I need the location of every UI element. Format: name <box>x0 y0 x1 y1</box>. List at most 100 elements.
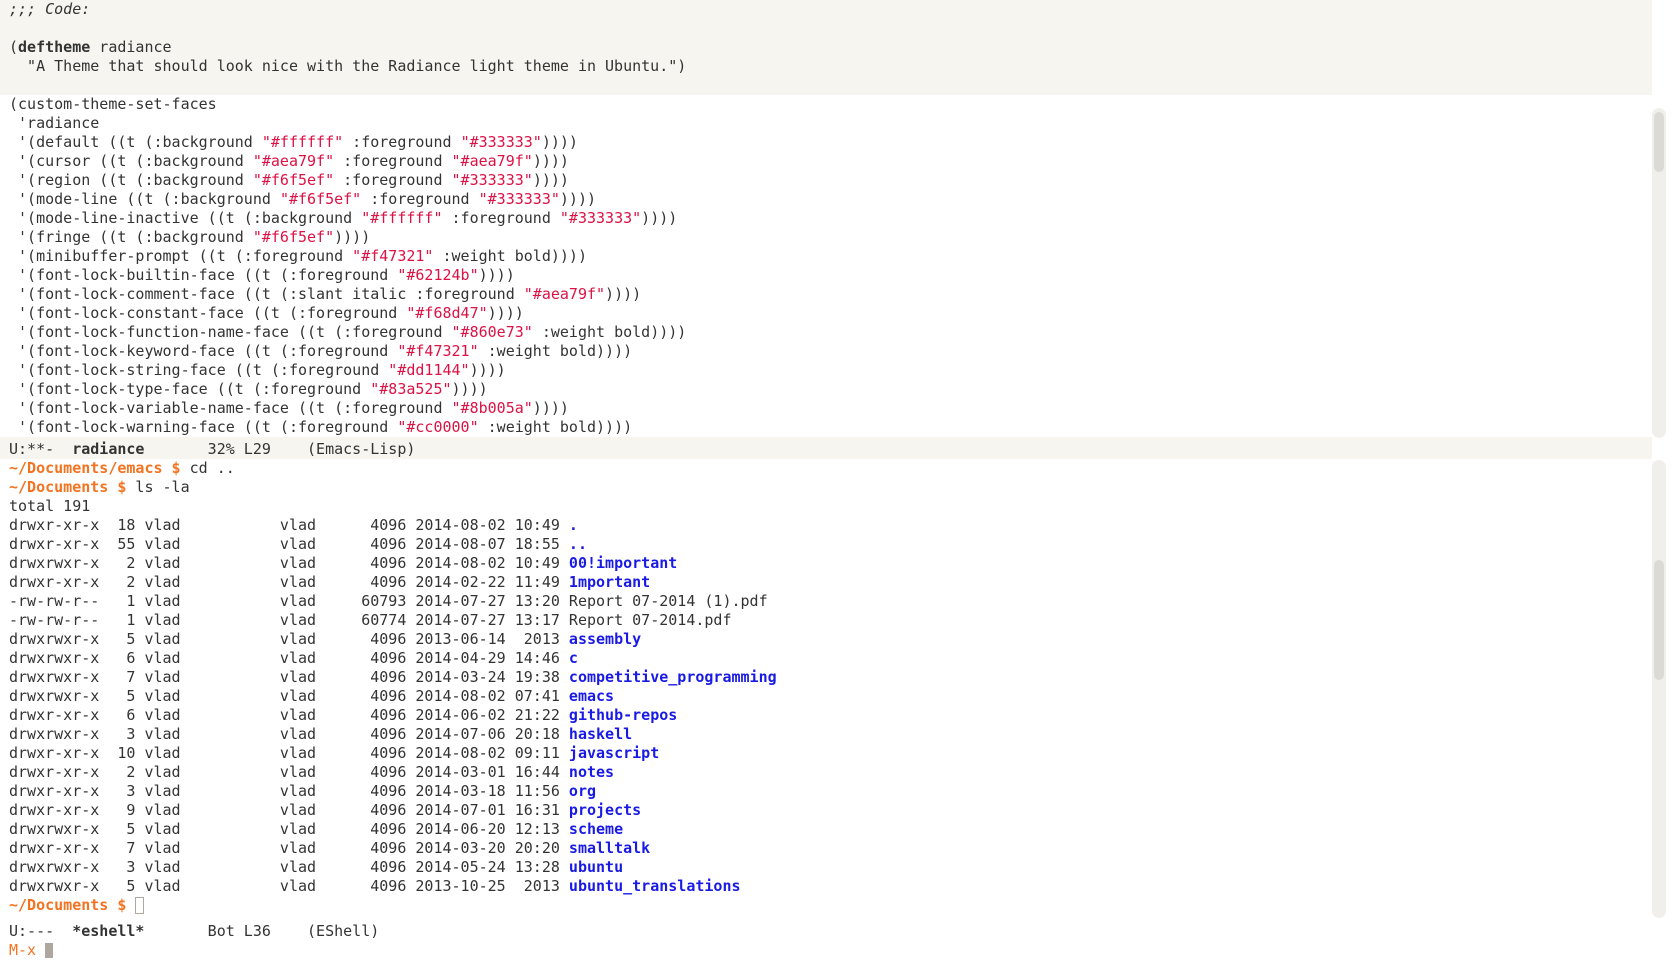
face-definition-line: '(font-lock-function-name-face ((t (:for… <box>0 323 1652 342</box>
ls-directory-name[interactable]: ubuntu_translations <box>569 877 741 895</box>
ls-directory-name[interactable]: projects <box>569 801 641 819</box>
face-color-string: "#f47321" <box>352 247 434 265</box>
ls-entry-meta: drwxrwxr-x 5 vlad vlad 4096 2013-06-14 2… <box>9 630 569 648</box>
ls-directory-name[interactable]: competitive_programming <box>569 668 777 686</box>
face-color-string: "#333333" <box>559 209 642 227</box>
ls-directory-name[interactable]: javascript <box>569 744 659 762</box>
mode-line-eshell[interactable]: U:--- *eshell* Bot L36 (EShell) <box>0 922 1652 941</box>
ls-entry: drwxr-xr-x 6 vlad vlad 4096 2014-06-02 2… <box>0 706 1652 725</box>
code-editor-window[interactable]: ;;; Code: (deftheme radiance "A Theme th… <box>0 0 1652 440</box>
face-color-string: "#83a525" <box>370 380 452 398</box>
ls-entry: drwxr-xr-x 7 vlad vlad 4096 2014-03-20 2… <box>0 839 1652 858</box>
ls-entry: drwxr-xr-x 55 vlad vlad 4096 2014-08-07 … <box>0 535 1652 554</box>
face-definition-line: '(fringe ((t (:background "#f6f5ef")))) <box>0 228 1652 247</box>
ls-file-name[interactable]: Report 07-2014.pdf <box>569 611 732 629</box>
ls-entry: drwxrwxr-x 5 vlad vlad 4096 2014-08-02 0… <box>0 687 1652 706</box>
ls-directory-name[interactable]: 1mportant <box>569 573 650 591</box>
face-code-text: '(default ((t (:background <box>9 133 262 151</box>
ls-entry-meta: drwxrwxr-x 5 vlad vlad 4096 2013-10-25 2… <box>9 877 569 895</box>
ls-directory-name[interactable]: haskell <box>569 725 632 743</box>
deftheme-name: radiance <box>90 38 172 56</box>
ls-entry: drwxrwxr-x 7 vlad vlad 4096 2014-03-24 1… <box>0 668 1652 687</box>
face-code-text: '(font-lock-warning-face ((t (:foregroun… <box>9 418 398 436</box>
ls-directory-name[interactable]: smalltalk <box>569 839 650 857</box>
ls-directory-name[interactable]: emacs <box>569 687 614 705</box>
face-code-text: :weight bold <box>532 323 651 341</box>
face-code-text: )))) <box>559 190 597 208</box>
face-code-text: :foreground <box>334 152 452 170</box>
ls-entry-meta: drwxrwxr-x 5 vlad vlad 4096 2014-06-20 1… <box>9 820 569 838</box>
ls-directory-name[interactable]: github-repos <box>569 706 677 724</box>
face-code-text: )))) <box>487 304 524 322</box>
face-color-string: "#333333" <box>460 133 542 151</box>
face-color-string: "#ffffff" <box>261 133 344 151</box>
face-color-string: "#f6f5ef" <box>279 190 362 208</box>
mode-line-code[interactable]: U:**- radiance 32% L29 (Emacs-Lisp) <box>0 440 1652 459</box>
face-color-string: "#f6f5ef" <box>252 228 335 246</box>
face-color-string: "#aea79f" <box>252 152 335 170</box>
face-definition-line: '(font-lock-warning-face ((t (:foregroun… <box>0 418 1652 437</box>
face-definition-line: '(font-lock-comment-face ((t (:slant ita… <box>0 285 1652 304</box>
face-code-text: )))) <box>596 342 633 360</box>
face-code-text: :foreground <box>361 190 479 208</box>
ls-directory-name[interactable]: notes <box>569 763 614 781</box>
minibuffer-prompt: M-x <box>9 941 46 959</box>
face-code-text: '(minibuffer-prompt ((t (:foreground <box>9 247 353 265</box>
face-definition-line: '(font-lock-string-face ((t (:foreground… <box>0 361 1652 380</box>
ls-entry-meta: drwxrwxr-x 3 vlad vlad 4096 2014-07-06 2… <box>9 725 569 743</box>
buffer-status: U:**- <box>9 440 73 458</box>
ls-directory-name[interactable]: c <box>569 649 578 667</box>
ls-directory-name[interactable]: 00!important <box>569 554 677 572</box>
ls-file-name[interactable]: Report 07-2014 (1).pdf <box>569 592 768 610</box>
face-color-string: "#62124b" <box>397 266 479 284</box>
minibuffer[interactable]: M-x <box>0 941 1652 960</box>
ls-entry: drwxrwxr-x 6 vlad vlad 4096 2014-04-29 1… <box>0 649 1652 668</box>
face-definition-line: '(font-lock-constant-face ((t (:foregrou… <box>0 304 1652 323</box>
ls-directory-name[interactable]: . <box>569 516 578 534</box>
ls-entry: drwxrwxr-x 5 vlad vlad 4096 2013-10-25 2… <box>0 877 1652 896</box>
ls-entry: -rw-rw-r-- 1 vlad vlad 60793 2014-07-27 … <box>0 592 1652 611</box>
ls-directory-name[interactable]: assembly <box>569 630 641 648</box>
directory-listing: drwxr-xr-x 18 vlad vlad 4096 2014-08-02 … <box>0 516 1652 896</box>
code-scroll-thumb[interactable] <box>1654 112 1664 172</box>
ls-directory-name[interactable]: .. <box>569 535 587 553</box>
ls-directory-name[interactable]: ubuntu <box>569 858 623 876</box>
face-code-text: '(font-lock-constant-face ((t (:foregrou… <box>9 304 407 322</box>
face-code-text: '(font-lock-function-name-face ((t (:for… <box>9 323 452 341</box>
face-code-text: '(mode-line-inactive ((t (:background <box>9 209 362 227</box>
ls-entry: drwxr-xr-x 18 vlad vlad 4096 2014-08-02 … <box>0 516 1652 535</box>
face-code-text: '(mode-line ((t (:background <box>9 190 280 208</box>
face-code-text: '(region ((t (:background <box>9 171 253 189</box>
ls-entry-meta: drwxr-xr-x 10 vlad vlad 4096 2014-08-02 … <box>9 744 569 762</box>
ls-entry: drwxrwxr-x 3 vlad vlad 4096 2014-05-24 1… <box>0 858 1652 877</box>
code-scrollbar[interactable] <box>1652 108 1666 438</box>
face-definition-line: '(cursor ((t (:background "#aea79f" :for… <box>0 152 1652 171</box>
ls-entry-meta: drwxrwxr-x 6 vlad vlad 4096 2014-04-29 1… <box>9 649 569 667</box>
eshell-window[interactable]: ~/Documents/emacs $ cd .. ~/Documents $ … <box>0 459 1652 922</box>
face-code-text: )))) <box>541 133 578 151</box>
ls-entry-meta: drwxr-xr-x 2 vlad vlad 4096 2014-02-22 1… <box>9 573 569 591</box>
face-code-text: '(cursor ((t (:background <box>9 152 253 170</box>
code-comment: ;;; Code: <box>9 0 91 18</box>
ls-entry: drwxrwxr-x 2 vlad vlad 4096 2014-08-02 1… <box>0 554 1652 573</box>
face-definitions-list: '(default ((t (:background "#ffffff" :fo… <box>0 133 1652 437</box>
ls-entry-meta: drwxrwxr-x 3 vlad vlad 4096 2014-05-24 1… <box>9 858 569 876</box>
face-definition-line: '(font-lock-keyword-face ((t (:foregroun… <box>0 342 1652 361</box>
docstring-line: "A Theme that should look nice with the … <box>9 57 687 75</box>
face-definition-line: '(default ((t (:background "#ffffff" :fo… <box>0 133 1652 152</box>
radiance-symbol-line: 'radiance <box>9 114 100 132</box>
buffer-status: U:--- <box>9 922 73 940</box>
shell-input-line[interactable]: ~/Documents $ <box>0 896 1652 915</box>
ls-entry: drwxr-xr-x 2 vlad vlad 4096 2014-03-01 1… <box>0 763 1652 782</box>
ls-directory-name[interactable]: org <box>569 782 596 800</box>
ls-entry: drwxrwxr-x 3 vlad vlad 4096 2014-07-06 2… <box>0 725 1652 744</box>
face-color-string: "#f68d47" <box>406 304 488 322</box>
eshell-scrollbar[interactable] <box>1652 460 1666 918</box>
minibuffer-cursor <box>45 943 54 958</box>
eshell-scroll-thumb[interactable] <box>1654 560 1664 680</box>
face-code-text: )))) <box>605 285 642 303</box>
ls-directory-name[interactable]: scheme <box>569 820 623 838</box>
face-code-text: :weight bold <box>433 247 551 265</box>
face-color-string: "#aea79f" <box>523 285 606 303</box>
